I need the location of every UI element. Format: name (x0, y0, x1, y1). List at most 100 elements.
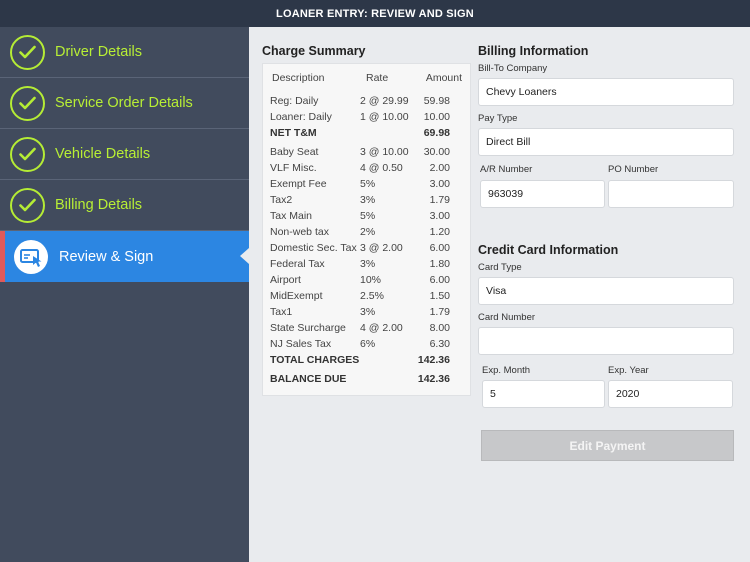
row-description: MidExempt (270, 290, 323, 302)
check-circle-icon (10, 188, 45, 223)
row-description: Loaner: Daily (270, 111, 332, 123)
row-rate: 4 @ 2.00 (360, 322, 403, 334)
row-description: Baby Seat (270, 146, 319, 158)
table-row-balance: BALANCE DUE 142.36 (263, 373, 472, 387)
po-number-label: PO Number (608, 164, 659, 175)
row-amount: 142.36 (417, 354, 450, 366)
exp-year-label: Exp. Year (608, 365, 649, 376)
sidebar-item-billing-details[interactable]: Billing Details (0, 180, 249, 231)
row-rate: 5% (360, 178, 376, 190)
table-row: MidExempt 2.5% 1.50 (263, 290, 472, 304)
row-description: BALANCE DUE (270, 373, 347, 385)
ar-number-field[interactable]: 963039 (480, 180, 605, 208)
po-number-field[interactable] (608, 180, 734, 208)
card-number-field[interactable] (478, 327, 734, 355)
table-row: Domestic Sec. Tax 3 @ 2.00 6.00 (263, 242, 472, 256)
card-type-label: Card Type (478, 262, 522, 273)
sidebar-item-label: Vehicle Details (55, 146, 151, 162)
table-row: VLF Misc. 4 @ 0.50 2.00 (263, 162, 472, 176)
table-row-subtotal: NET T&M 69.98 (263, 127, 472, 141)
row-rate: 4 @ 0.50 (360, 162, 403, 174)
row-amount: 6.30 (429, 338, 450, 350)
title-bar: LOANER ENTRY: REVIEW AND SIGN (0, 0, 750, 27)
row-description: State Surcharge (270, 322, 346, 334)
table-row: Baby Seat 3 @ 10.00 30.00 (263, 146, 472, 160)
table-row: Airport 10% 6.00 (263, 274, 472, 288)
billing-information-title: Billing Information (478, 44, 589, 58)
table-row: NJ Sales Tax 6% 6.30 (263, 338, 472, 352)
row-description: NJ Sales Tax (270, 338, 332, 350)
table-row: Exempt Fee 5% 3.00 (263, 178, 472, 192)
charge-summary-title: Charge Summary (262, 44, 366, 58)
row-rate: 2% (360, 226, 376, 238)
bill-to-company-field[interactable]: Chevy Loaners (478, 78, 734, 106)
table-row: State Surcharge 4 @ 2.00 8.00 (263, 322, 472, 336)
row-amount: 3.00 (429, 210, 450, 222)
row-amount: 2.00 (429, 162, 450, 174)
column-header-amount: Amount (425, 72, 462, 84)
check-circle-icon (10, 35, 45, 70)
row-description: Reg: Daily (270, 95, 319, 107)
table-row: Reg: Daily 2 @ 29.99 59.98 (263, 95, 472, 109)
row-description: Federal Tax (270, 258, 325, 270)
active-indicator (0, 231, 5, 282)
card-type-field[interactable]: Visa (478, 277, 734, 305)
row-rate: 3% (360, 306, 376, 318)
row-description: Tax Main (270, 210, 313, 222)
main-content: Charge Summary Description Rate Amount R… (249, 27, 750, 562)
page-title: LOANER ENTRY: REVIEW AND SIGN (276, 7, 474, 20)
row-rate: 2.5% (360, 290, 384, 302)
row-amount: 1.50 (429, 290, 450, 302)
row-amount: 6.00 (429, 274, 450, 286)
sidebar-item-driver-details[interactable]: Driver Details (0, 27, 249, 78)
exp-month-label: Exp. Month (482, 365, 531, 376)
edit-payment-button[interactable]: Edit Payment (481, 430, 734, 461)
credit-card-information-title: Credit Card Information (478, 243, 619, 257)
ar-number-label: A/R Number (480, 164, 533, 175)
table-row: Tax1 3% 1.79 (263, 306, 472, 320)
table-row: Tax Main 5% 3.00 (263, 210, 472, 224)
sidebar-item-label: Billing Details (55, 197, 143, 213)
row-rate: 3% (360, 258, 376, 270)
column-header-description: Description (272, 72, 325, 84)
table-row: Loaner: Daily 1 @ 10.00 10.00 (263, 111, 472, 125)
row-description: NET T&M (270, 127, 317, 139)
table-row: Tax2 3% 1.79 (263, 194, 472, 208)
row-amount: 59.98 (423, 95, 450, 107)
row-rate: 1 @ 10.00 (360, 111, 409, 123)
charge-summary-table: Description Rate Amount Reg: Daily 2 @ 2… (262, 63, 471, 396)
row-amount: 1.80 (429, 258, 450, 270)
row-description: VLF Misc. (270, 162, 317, 174)
row-description: Tax2 (270, 194, 293, 206)
sidebar-item-service-order-details[interactable]: Service Order Details (0, 78, 249, 129)
row-rate: 3 @ 10.00 (360, 146, 409, 158)
exp-month-field[interactable]: 5 (482, 380, 605, 408)
table-row: Non-web tax 2% 1.20 (263, 226, 472, 240)
row-description: TOTAL CHARGES (270, 354, 360, 366)
pay-type-field[interactable]: Direct Bill (478, 128, 734, 156)
sign-document-icon (14, 240, 48, 274)
row-amount: 8.00 (429, 322, 450, 334)
row-amount: 3.00 (429, 178, 450, 190)
row-amount: 10.00 (423, 111, 450, 123)
column-header-rate: Rate (366, 72, 389, 84)
row-rate: 6% (360, 338, 376, 350)
row-amount: 1.79 (429, 194, 450, 206)
row-amount: 6.00 (429, 242, 450, 254)
row-rate: 3% (360, 194, 376, 206)
sidebar-item-review-sign[interactable]: Review & Sign (0, 231, 249, 282)
sidebar-item-vehicle-details[interactable]: Vehicle Details (0, 129, 249, 180)
row-amount: 142.36 (417, 373, 450, 385)
sidebar-item-label: Review & Sign (59, 248, 154, 265)
row-amount: 1.20 (429, 226, 450, 238)
row-amount: 69.98 (423, 127, 450, 139)
row-rate: 5% (360, 210, 376, 222)
pay-type-label: Pay Type (478, 113, 518, 124)
bill-to-company-label: Bill-To Company (478, 63, 548, 74)
sidebar: Driver Details Service Order Details Veh… (0, 27, 249, 562)
exp-year-field[interactable]: 2020 (608, 380, 733, 408)
row-rate: 10% (360, 274, 382, 286)
active-pointer (240, 248, 249, 264)
row-description: Domestic Sec. Tax (270, 242, 357, 254)
row-description: Airport (270, 274, 301, 286)
